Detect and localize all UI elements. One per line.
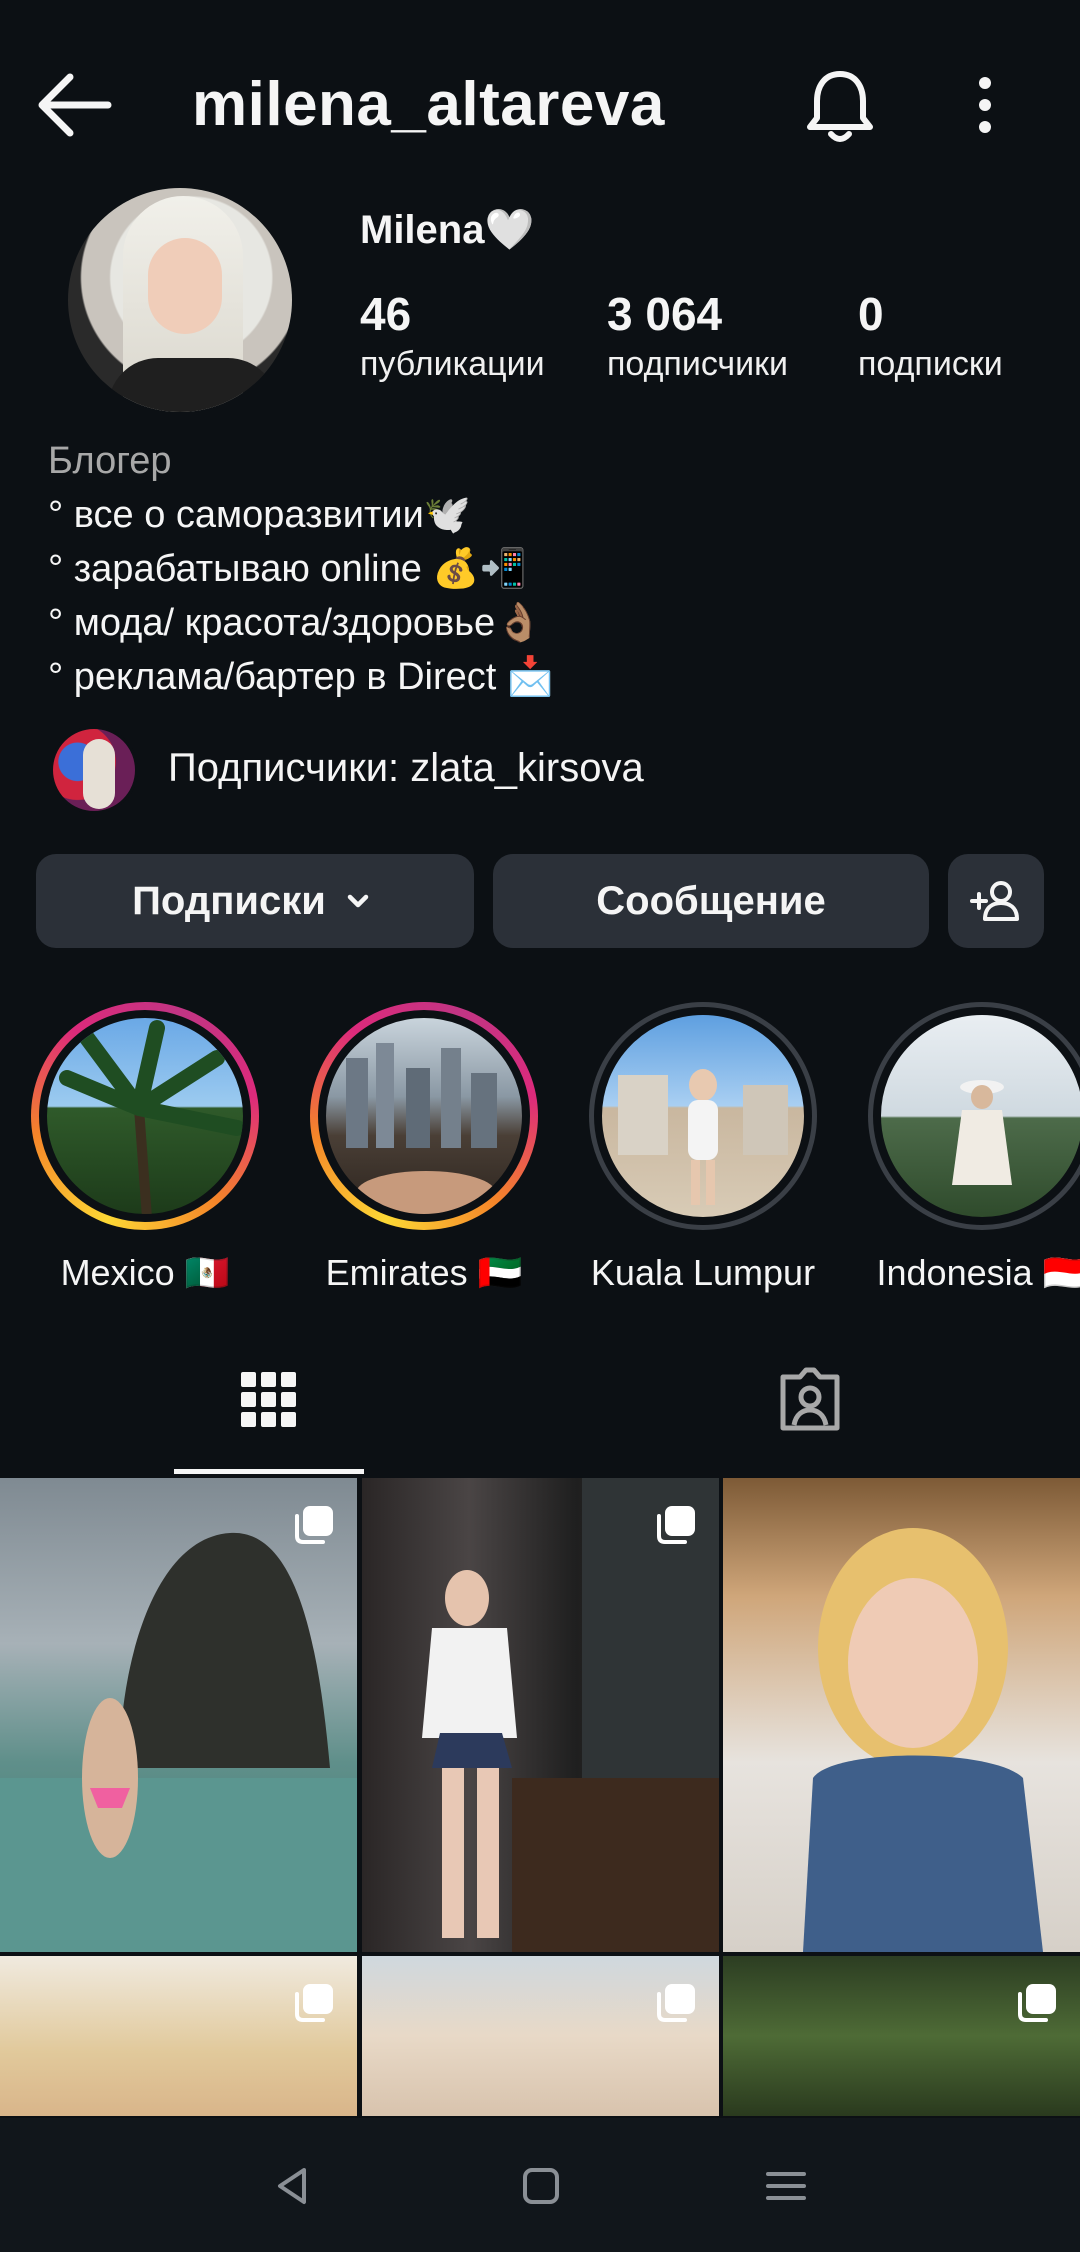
post-image-shape: [421, 1478, 719, 1952]
person-shape: [952, 1080, 1012, 1185]
post-thumbnail[interactable]: [0, 1478, 357, 1952]
posts-grid: [0, 1478, 1080, 2118]
stat-posts[interactable]: 46 публикации: [360, 286, 545, 386]
stat-followers-value: 3 064: [607, 288, 723, 340]
multiple-posts-icon: [295, 1984, 333, 2022]
profile-avatar[interactable]: [68, 188, 292, 412]
tagged-icon: [780, 1367, 840, 1431]
top-bar: milena_altareva: [0, 0, 1080, 200]
system-nav-bar: [0, 2118, 1080, 2252]
highlight-cover: [39, 1010, 251, 1222]
highlight-ring: [868, 1002, 1080, 1230]
profile-bio: Блогер ° все о саморазвитии🕊️ ° зарабаты…: [48, 434, 554, 704]
multiple-posts-icon: [656, 1506, 695, 1544]
highlight-ring: [589, 1002, 817, 1230]
multiple-posts-icon: [295, 1506, 333, 1544]
city-skyline-shape: [346, 1043, 497, 1214]
grid-icon: [241, 1372, 296, 1427]
back-arrow-icon[interactable]: [30, 60, 120, 150]
post-thumbnail[interactable]: [0, 1956, 357, 2116]
add-person-icon: [970, 881, 1019, 921]
highlight-mexico[interactable]: Mexico 🇲🇽: [30, 1002, 260, 1294]
message-button-label: Сообщение: [596, 878, 826, 923]
add-person-button[interactable]: [948, 854, 1044, 948]
highlight-label: Mexico 🇲🇽: [60, 1252, 230, 1293]
tab-tagged[interactable]: [715, 1330, 905, 1474]
chevron-down-icon: [347, 894, 369, 908]
multiple-posts-icon: [656, 1984, 695, 2022]
display-name: Milena🤍: [360, 208, 535, 252]
bio-line: ° зарабатываю online 💰📲: [48, 548, 528, 590]
bio-line: ° реклама/бартер в Direct 📩: [48, 656, 555, 698]
highlight-cover: [873, 1007, 1080, 1225]
bio-category: Блогер: [48, 440, 172, 482]
post-image-shape: [803, 1528, 1043, 1952]
avatar-shirt-shape: [108, 358, 278, 412]
person-shape: [618, 1069, 788, 1205]
highlight-label: Kuala Lumpur: [590, 1252, 816, 1293]
stat-posts-value: 46: [360, 288, 412, 340]
post-thumbnail[interactable]: [723, 1478, 1080, 1952]
highlight-label: Indonesia 🇮🇩: [876, 1252, 1080, 1293]
highlight-kuala-lumpur[interactable]: Kuala Lumpur: [588, 1002, 818, 1294]
bio-line: ° мода/ красота/здоровье👌🏽: [48, 602, 543, 644]
more-vertical-icon[interactable]: [950, 60, 1020, 150]
post-thumbnail[interactable]: [723, 1956, 1080, 2116]
nav-menu-icon[interactable]: [756, 2156, 816, 2216]
following-button[interactable]: Подписки: [36, 854, 474, 948]
palm-tree-shape: [59, 1020, 243, 1214]
stat-following[interactable]: 0 подписки: [858, 286, 1003, 386]
highlight-label: Emirates 🇦🇪: [325, 1252, 523, 1293]
stat-following-value: 0: [858, 288, 884, 340]
stat-followers[interactable]: 3 064 подписчики: [607, 286, 788, 386]
bell-icon[interactable]: [800, 60, 880, 150]
following-button-label: Подписки: [132, 878, 326, 923]
highlight-cover: [594, 1007, 812, 1225]
nav-back-icon[interactable]: [264, 2156, 324, 2216]
bio-line: ° все о саморазвитии🕊️: [48, 494, 472, 536]
follower-avatar: [50, 726, 138, 814]
nav-home-icon[interactable]: [511, 2156, 571, 2216]
stat-posts-label: публикации: [360, 345, 545, 383]
profile-username: milena_altareva: [192, 70, 665, 139]
post-thumbnail[interactable]: [361, 1956, 719, 2116]
avatar-face-shape: [148, 238, 222, 334]
profile-tabs: [0, 1330, 1080, 1474]
stat-following-label: подписки: [858, 345, 1003, 383]
followed-by-text: Подписчики: zlata_kirsova: [168, 746, 644, 790]
post-thumbnail[interactable]: [361, 1478, 719, 1952]
highlight-emirates[interactable]: Emirates 🇦🇪: [309, 1002, 539, 1294]
highlight-cover: [318, 1010, 530, 1222]
highlight-ring: [31, 1002, 259, 1230]
highlight-indonesia[interactable]: Indonesia 🇮🇩: [867, 1002, 1080, 1294]
tab-posts-grid[interactable]: [174, 1330, 364, 1474]
message-button[interactable]: Сообщение: [493, 854, 929, 948]
post-image-shape: [0, 1532, 357, 1952]
highlight-ring: [310, 1002, 538, 1230]
multiple-posts-icon: [1018, 1984, 1056, 2022]
followed-by-row[interactable]: Подписчики: zlata_kirsova: [50, 722, 950, 814]
stat-followers-label: подписчики: [607, 345, 789, 383]
